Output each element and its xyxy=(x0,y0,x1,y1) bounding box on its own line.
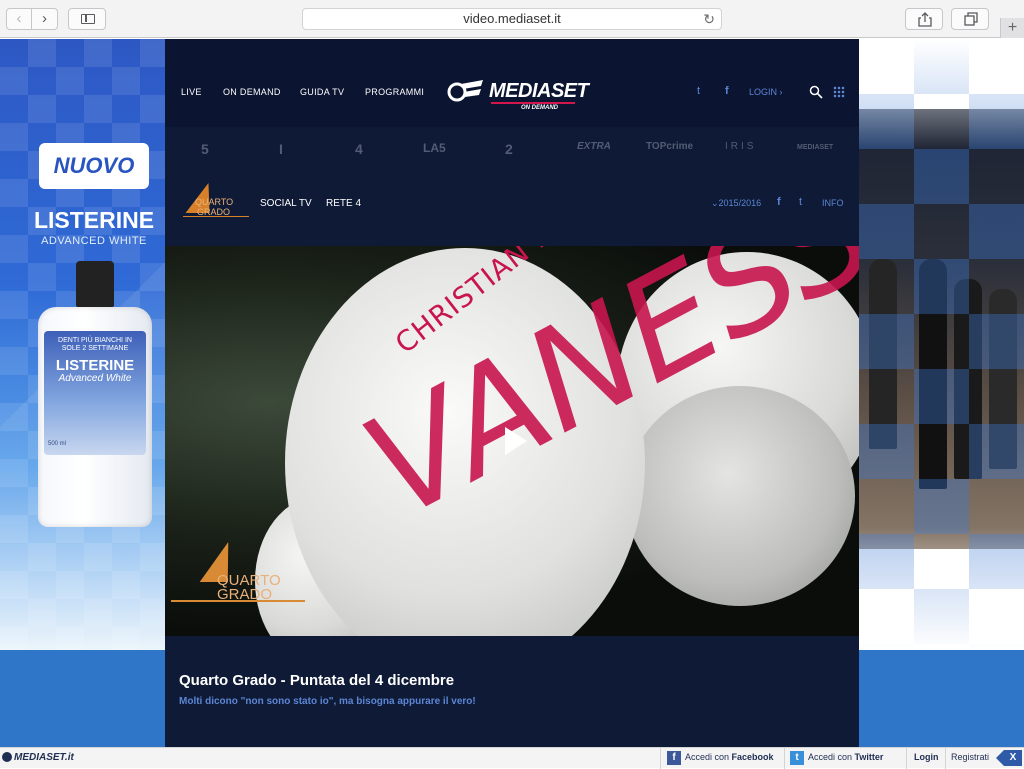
program-bar: QUARTO GRADO SOCIAL TV RETE 4 ⌄2015/2016… xyxy=(165,173,859,245)
channel-italia1[interactable]: I xyxy=(279,141,283,157)
share-icon xyxy=(918,12,932,27)
share-button[interactable] xyxy=(905,8,943,30)
address-bar[interactable]: video.mediaset.it ↻ xyxy=(302,8,722,30)
watermark-rule xyxy=(171,600,305,602)
reload-icon[interactable]: ↻ xyxy=(703,9,715,29)
twitter-icon[interactable]: t xyxy=(799,196,802,208)
channel-italia2[interactable]: 2 xyxy=(505,141,513,157)
page: NUOVO LISTERINE ADVANCED WHITE DENTI PIÙ… xyxy=(0,39,1024,747)
url-text: video.mediaset.it xyxy=(463,11,561,26)
twitter-icon: t xyxy=(790,751,804,765)
tabs-icon xyxy=(964,12,978,26)
login-link[interactable]: LOGIN › xyxy=(749,87,783,97)
nav-live[interactable]: LIVE xyxy=(181,87,202,97)
mediaset-logo-icon xyxy=(447,80,483,102)
ad-fade xyxy=(859,39,1024,650)
channel-bar: 5 I 4 LA5 2 EXTRA TOPcrime IRIS MEDIASET xyxy=(165,127,859,173)
sidebar-icon xyxy=(81,14,95,24)
bottle-label-claim: DENTI PIÙ BIANCHI IN SOLE 2 SETTIMANE xyxy=(58,337,132,352)
bottle-label-volume: 500 ml xyxy=(48,441,67,447)
logo-rule xyxy=(183,216,249,217)
left-advertisement[interactable]: NUOVO LISTERINE ADVANCED WHITE DENTI PIÙ… xyxy=(0,39,165,650)
close-bar-button[interactable]: X xyxy=(996,750,1022,766)
new-tab-button[interactable]: + xyxy=(1000,18,1024,38)
social-tv-link[interactable]: SOCIAL TV xyxy=(260,198,312,209)
facebook-icon[interactable]: f xyxy=(725,85,729,97)
channel-extra[interactable]: EXTRA xyxy=(577,141,611,152)
logo-underline xyxy=(491,102,575,104)
apps-grid-icon[interactable] xyxy=(833,86,845,98)
facebook-icon[interactable]: f xyxy=(777,196,781,208)
nav-programmi[interactable]: PROGRAMMI xyxy=(365,87,424,97)
channel-topcrime[interactable]: TOPcrime xyxy=(646,141,693,152)
logo-line1: QUARTO xyxy=(195,197,234,207)
forward-button[interactable]: › xyxy=(32,8,58,30)
episode-description: Molti dicono "non sono stato io", ma bis… xyxy=(179,696,476,707)
mediaset-logo-icon xyxy=(2,752,12,762)
channel-rete4[interactable]: 4 xyxy=(355,141,363,157)
search-icon[interactable] xyxy=(809,85,823,99)
back-button[interactable]: ‹ xyxy=(6,8,32,30)
nav-guida-tv[interactable]: GUIDA TV xyxy=(300,87,344,97)
site-header: LIVE ON DEMAND GUIDA TV PROGRAMMI MEDIAS… xyxy=(165,39,859,127)
season-selector[interactable]: ⌄2015/2016 xyxy=(711,198,761,209)
divider xyxy=(906,748,907,769)
twitter-login-link[interactable]: Accedi con Twitter xyxy=(808,752,883,762)
play-icon[interactable] xyxy=(505,427,527,455)
logo-text: MEDIASET xyxy=(489,80,589,102)
info-link[interactable]: INFO xyxy=(822,198,844,208)
channel-mediaset-tgcom[interactable]: MEDIASET xyxy=(797,144,833,151)
twitter-icon[interactable]: t xyxy=(697,85,700,97)
divider xyxy=(660,748,661,769)
bottle-body: DENTI PIÙ BIANCHI IN SOLE 2 SETTIMANE LI… xyxy=(38,307,152,527)
divider xyxy=(784,748,785,769)
quarto-grado-logo[interactable]: QUARTO GRADO xyxy=(183,183,249,221)
ad-badge: NUOVO xyxy=(39,143,149,189)
browser-toolbar: ‹ › video.mediaset.it ↻ + xyxy=(0,0,1024,38)
register-link[interactable]: Registrati xyxy=(951,752,989,762)
right-advertisement[interactable] xyxy=(859,39,1024,650)
facebook-login-link[interactable]: Accedi con Facebook xyxy=(685,752,774,762)
login-link[interactable]: Login xyxy=(914,752,939,762)
rete4-link[interactable]: RETE 4 xyxy=(326,198,361,209)
episode-title: Quarto Grado - Puntata del 4 dicembre xyxy=(179,672,455,689)
ad-product: ADVANCED WHITE xyxy=(41,235,147,247)
bottle-label-name: Advanced White xyxy=(58,373,132,384)
channel-iris[interactable]: IRIS xyxy=(725,141,756,152)
bottom-login-bar: MEDIASET.it f Accedi con Facebook t Acce… xyxy=(0,747,1024,769)
tabs-overview-button[interactable] xyxy=(951,8,989,30)
main-content: LIVE ON DEMAND GUIDA TV PROGRAMMI MEDIAS… xyxy=(165,39,859,747)
channel-la5[interactable]: LA5 xyxy=(423,141,446,155)
ad-brand: LISTERINE xyxy=(33,207,155,233)
nav-on-demand[interactable]: ON DEMAND xyxy=(223,87,281,97)
bottle-label: DENTI PIÙ BIANCHI IN SOLE 2 SETTIMANE LI… xyxy=(44,331,146,455)
facebook-icon: f xyxy=(667,751,681,765)
bottle-cap xyxy=(76,261,114,307)
product-bottle-image: DENTI PIÙ BIANCHI IN SOLE 2 SETTIMANE LI… xyxy=(38,261,152,527)
mediaset-logo[interactable]: MEDIASET ON DEMAND xyxy=(447,76,589,112)
bottle-label-brand: LISTERINE xyxy=(55,357,135,374)
sidebar-toggle-button[interactable] xyxy=(68,8,106,30)
channel-canale5[interactable]: 5 xyxy=(201,141,209,157)
video-player[interactable]: CHRISTIAN LORI VANESSA QUARTO GRADO xyxy=(165,246,859,636)
mediaset-it-logo[interactable]: MEDIASET.it xyxy=(14,752,74,763)
divider xyxy=(945,748,946,769)
quarto-grado-watermark: QUARTO GRADO xyxy=(171,542,305,604)
logo-subtitle: ON DEMAND xyxy=(521,105,558,111)
